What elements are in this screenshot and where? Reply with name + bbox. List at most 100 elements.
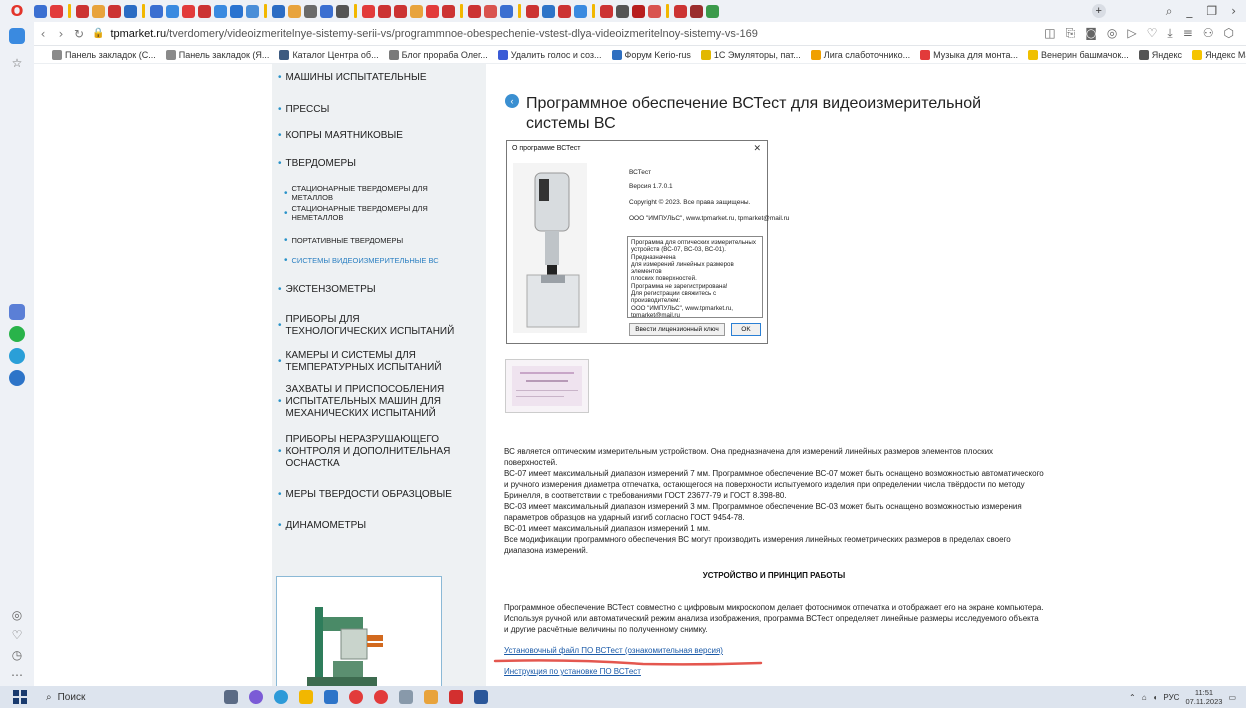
bookmark-item[interactable]: Венерин башмачок... (1028, 49, 1129, 60)
tab-favicon-icon[interactable] (362, 4, 375, 18)
bookmark-item[interactable]: Каталог Центра об... (279, 49, 379, 60)
bookmark-item[interactable]: Яндекс Маркет (1192, 49, 1246, 60)
tab-favicon-icon[interactable] (394, 4, 407, 18)
bookmark-item[interactable]: Панель закладок (Я... (165, 49, 269, 60)
tab-favicon-icon[interactable] (320, 4, 333, 18)
forward-icon[interactable]: › (52, 27, 70, 41)
minimize-icon[interactable]: _ (1186, 4, 1192, 19)
reader-icon[interactable]: ◫ (1044, 26, 1055, 41)
extensions-icon[interactable]: ⬡ (1224, 26, 1234, 41)
tab-favicon-icon[interactable] (706, 4, 719, 18)
word-icon[interactable] (474, 690, 488, 704)
bookmark-star-icon[interactable]: ☆ (9, 56, 25, 70)
installer-link[interactable]: Установочный файл ПО ВСТест (ознакомител… (504, 646, 723, 655)
home-icon[interactable] (9, 28, 25, 44)
tab-favicon-icon[interactable] (484, 4, 497, 18)
telegram-icon[interactable] (9, 348, 25, 364)
nav-item[interactable]: • ПОРТАТИВНЫЕ ТВЕРДОМЕРЫ (284, 236, 484, 246)
instructions-link[interactable]: Инструкция по установке ПО ВСТест (504, 667, 641, 676)
nav-item[interactable]: • ПРИБОРЫ НЕРАЗРУШАЮЩЕГО КОНТРОЛЯ И ДОПОЛ… (278, 434, 478, 470)
nav-item[interactable]: • МЕРЫ ТВЕРДОСТИ ОБРАЗЦОВЫЕ (278, 489, 478, 501)
chevron-up-icon[interactable]: ⌃ (1129, 693, 1136, 702)
edge-icon[interactable] (274, 690, 288, 704)
browser-logo[interactable]: O (0, 0, 34, 22)
enter-license-button[interactable]: Ввести лицензионный ключ (629, 323, 725, 336)
favorites-icon[interactable]: ♡ (9, 628, 25, 642)
nav-item[interactable]: • ЗАХВАТЫ И ПРИСПОСОБЛЕНИЯ ИСПЫТАТЕЛЬНЫХ … (278, 384, 478, 420)
mail-icon[interactable] (324, 690, 338, 704)
tab-favicon-icon[interactable] (426, 4, 439, 18)
nav-item[interactable]: • КОПРЫ МАЯТНИКОВЫЕ (278, 130, 478, 142)
profile-icon[interactable]: ⚇ (1203, 26, 1214, 41)
tab-favicon-icon[interactable] (500, 4, 513, 18)
bookmark-item[interactable]: Лига слаботочнико... (810, 49, 910, 60)
ok-button[interactable]: OK (731, 323, 761, 336)
nav-item[interactable]: • СТАЦИОНАРНЫЕ ТВЕРДОМЕРЫ ДЛЯ МЕТАЛЛОВ (284, 184, 484, 202)
yandex-browser-icon[interactable] (374, 690, 388, 704)
bookmark-item[interactable]: Панель закладок (С... (52, 49, 156, 60)
whatsapp-icon[interactable] (9, 326, 25, 342)
bookmark-item[interactable]: Блог прораба Олег... (388, 49, 488, 60)
tab-favicon-icon[interactable] (526, 4, 539, 18)
tab-favicon-icon[interactable] (34, 4, 47, 18)
play-icon[interactable]: ▷ (1127, 26, 1136, 41)
back-icon[interactable]: ‹ (34, 27, 52, 41)
tab-favicon-icon[interactable] (230, 4, 243, 18)
url-field[interactable]: tpmarket.ru/tverdomery/videoizmeritelnye… (110, 28, 757, 40)
tab-favicon-icon[interactable] (616, 4, 629, 18)
nav-item[interactable]: • МАШИНЫ ИСПЫТАТЕЛЬНЫЕ (278, 72, 478, 84)
nav-item[interactable]: • КАМЕРЫ И СИСТЕМЫ ДЛЯ ТЕМПЕРАТУРНЫХ ИСПЫ… (278, 350, 478, 374)
tab-favicon-icon[interactable] (246, 4, 259, 18)
tab-favicon-icon[interactable] (166, 4, 179, 18)
tab-favicon-icon[interactable] (214, 4, 227, 18)
heart-icon[interactable]: ♡ (1147, 26, 1158, 41)
app-icon[interactable] (399, 690, 413, 704)
bookmark-item[interactable]: Яндекс (1138, 49, 1182, 60)
download-icon[interactable]: ⤓ (1167, 26, 1172, 41)
tab-favicon-icon[interactable] (108, 4, 121, 18)
task-view-icon[interactable] (224, 690, 238, 704)
tab-favicon-icon[interactable] (50, 4, 63, 18)
tab-favicon-icon[interactable] (574, 4, 587, 18)
vk-icon[interactable] (9, 370, 25, 386)
bookmark-item[interactable]: Удалить голос и соз... (497, 49, 602, 60)
nav-item[interactable]: • СИСТЕМЫ ВИДЕОИЗМЕРИТЕЛЬНЫЕ ВС (284, 256, 484, 266)
tab-favicon-icon[interactable] (410, 4, 423, 18)
tab-favicon-icon[interactable] (690, 4, 703, 18)
nav-item[interactable]: • ТВЕРДОМЕРЫ (278, 158, 478, 170)
nav-item[interactable]: • ПРЕССЫ (278, 104, 478, 116)
tab-favicon-icon[interactable] (336, 4, 349, 18)
tab-favicon-icon[interactable] (288, 4, 301, 18)
tab-favicon-icon[interactable] (542, 4, 555, 18)
tab-favicon-icon[interactable] (468, 4, 481, 18)
back-arrow-icon[interactable]: ‹ (505, 94, 519, 108)
machine-photo[interactable] (276, 576, 442, 690)
app-icon[interactable] (249, 690, 263, 704)
app-icon[interactable] (9, 304, 25, 320)
tab-favicon-icon[interactable] (198, 4, 211, 18)
recent-icon[interactable]: ◎ (9, 608, 25, 622)
search-icon[interactable]: ⌕ (1166, 4, 1173, 19)
tab-favicon-icon[interactable] (378, 4, 391, 18)
lock-icon[interactable]: 🔒 (92, 28, 104, 39)
tab-favicon-icon[interactable] (674, 4, 687, 18)
app-icon[interactable] (424, 690, 438, 704)
more-icon[interactable]: ⋯ (9, 668, 25, 682)
certificate-thumbnail[interactable] (505, 359, 589, 413)
tab-favicon-icon[interactable] (632, 4, 645, 18)
shield-icon[interactable]: ◎ (1107, 26, 1117, 41)
menu-icon[interactable]: ≡ (1183, 26, 1193, 41)
translate-icon[interactable]: ⎘ (1066, 26, 1076, 41)
reload-icon[interactable]: ↻ (70, 27, 88, 41)
tab-favicon-icon[interactable] (304, 4, 317, 18)
opera-icon[interactable] (349, 690, 363, 704)
close-window-icon[interactable]: › (1231, 4, 1236, 19)
tab-favicon-icon[interactable] (150, 4, 163, 18)
restore-icon[interactable]: ❐ (1206, 4, 1217, 19)
camera-icon[interactable]: ◙ (1085, 26, 1097, 41)
nav-item[interactable]: • ПРИБОРЫ ДЛЯ ТЕХНОЛОГИЧЕСКИХ ИСПЫТАНИЙ (278, 314, 478, 338)
start-button[interactable] (0, 690, 40, 704)
tab-favicon-icon[interactable] (600, 4, 613, 18)
taskbar-search[interactable]: ⌕ Поиск (40, 686, 210, 708)
notifications-icon[interactable]: ▭ (1228, 693, 1236, 702)
